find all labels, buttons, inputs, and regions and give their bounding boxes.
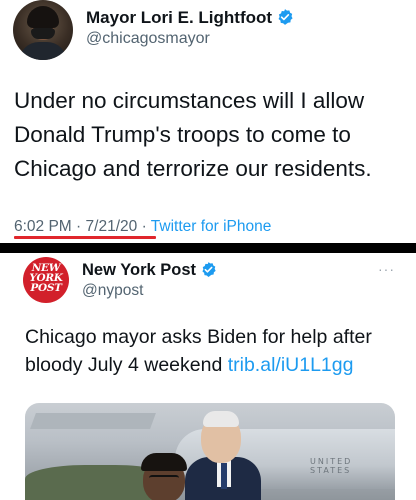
tweet-source-link[interactable]: Twitter for iPhone [151, 218, 272, 235]
author-handle[interactable]: @nypost [82, 282, 143, 300]
author-handle[interactable]: @chicagosmayor [86, 30, 210, 48]
tweet-nypost[interactable]: NEW YORK POST New York Post @nypost ··· … [0, 253, 416, 500]
photo-glasses [149, 475, 179, 481]
photo-wing [30, 413, 156, 429]
meta-separator: · [141, 218, 147, 235]
tweet-lightfoot[interactable]: Mayor Lori E. Lightfoot @chicagosmayor U… [0, 0, 416, 243]
photo-person-hair [203, 411, 239, 427]
section-divider [0, 243, 416, 253]
author-name[interactable]: Mayor Lori E. Lightfoot [86, 8, 294, 28]
red-underline-annotation [14, 236, 156, 239]
tweet-text: Under no circumstances will I allow Dona… [14, 88, 372, 181]
meta-separator: · [76, 218, 82, 235]
photo-plane-lettering: UNITED STATES [310, 457, 353, 475]
tweet-meta: 6:02 PM · 7/21/20 · Twitter for iPhone [14, 218, 271, 236]
tweet-text: Chicago mayor asks Biden for help after … [25, 323, 405, 379]
logo-line: POST [30, 282, 62, 294]
avatar-hair [27, 6, 59, 28]
verified-badge-icon [202, 262, 216, 277]
avatar-mask [31, 28, 55, 39]
avatar[interactable]: NEW YORK POST [23, 257, 69, 303]
avatar-body [19, 42, 67, 60]
tweet-photo[interactable]: UNITED STATES [25, 403, 395, 500]
verified-badge-icon [278, 9, 293, 25]
author-name-text[interactable]: New York Post [82, 261, 196, 279]
tweet-time[interactable]: 6:02 PM [14, 218, 72, 235]
more-options-icon[interactable]: ··· [378, 261, 395, 277]
nypost-logo: NEW YORK POST [23, 263, 69, 294]
photo-person-hair [141, 453, 187, 471]
avatar[interactable] [13, 0, 73, 60]
tweet-date[interactable]: 7/21/20 [86, 218, 138, 235]
tweet-link[interactable]: trib.al/iU1L1gg [228, 354, 354, 376]
author-name-text[interactable]: Mayor Lori E. Lightfoot [86, 8, 272, 27]
author-name[interactable]: New York Post [82, 261, 217, 280]
photo-tie [221, 463, 227, 489]
